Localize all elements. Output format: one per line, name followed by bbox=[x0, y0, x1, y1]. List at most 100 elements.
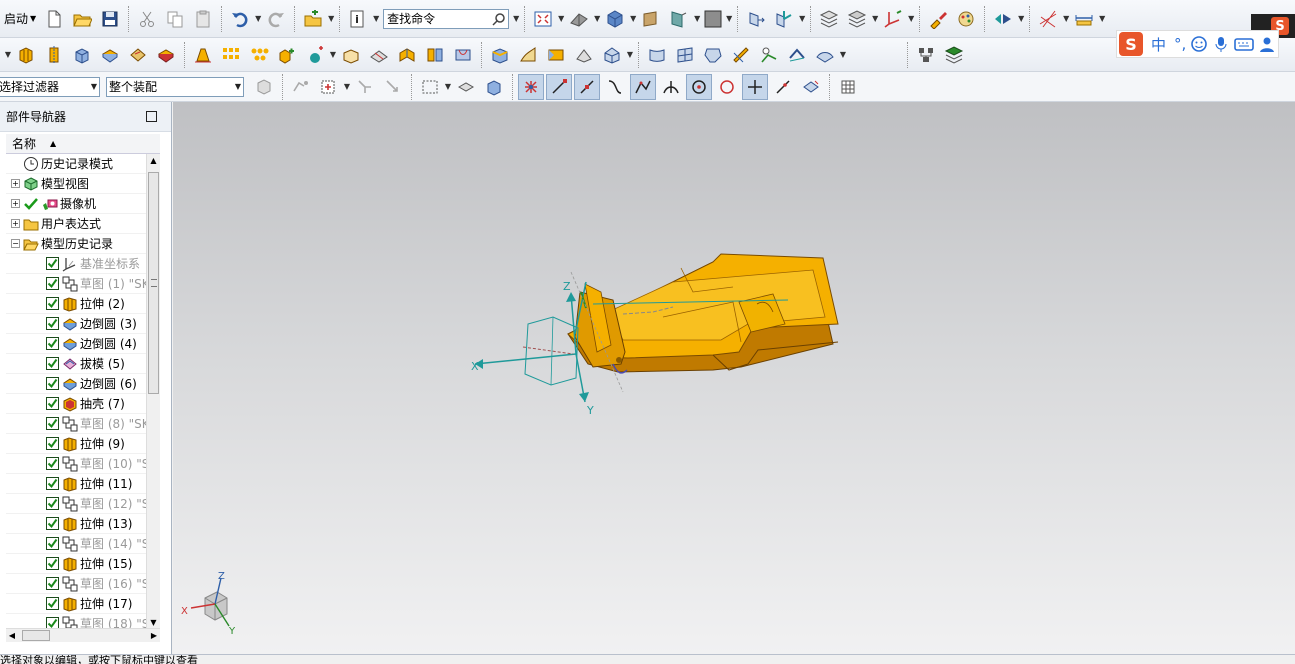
name-column-header[interactable]: 名称 ▲ bbox=[6, 134, 160, 154]
open-file-button[interactable] bbox=[69, 6, 95, 32]
info-dropdown[interactable]: ▼ bbox=[372, 6, 380, 32]
layer-dropdown[interactable]: ▼ bbox=[871, 6, 879, 32]
redo-button[interactable] bbox=[263, 6, 289, 32]
tree-item[interactable]: − 模型历史记录 bbox=[6, 234, 146, 254]
deselect-button[interactable] bbox=[380, 74, 406, 100]
freeform-dropdown[interactable]: ▼ bbox=[839, 42, 847, 68]
microphone-icon[interactable] bbox=[1212, 35, 1230, 53]
tree-item[interactable]: 边倒圆 (4) bbox=[6, 334, 146, 354]
feature-checkbox[interactable] bbox=[46, 557, 59, 570]
through-curves-button[interactable] bbox=[543, 42, 569, 68]
feature-checkbox[interactable] bbox=[46, 477, 59, 490]
four-point-surface-button[interactable] bbox=[672, 42, 698, 68]
tree-item[interactable]: 拉伸 (13) bbox=[6, 514, 146, 534]
tree-item[interactable]: 拔模 (5) bbox=[6, 354, 146, 374]
hole-pattern-button[interactable] bbox=[246, 42, 272, 68]
feature-checkbox[interactable] bbox=[46, 377, 59, 390]
csys-dropdown[interactable]: ▼ bbox=[907, 6, 915, 32]
feature-checkbox[interactable] bbox=[46, 517, 59, 530]
assembly-select-button[interactable] bbox=[251, 74, 277, 100]
feature-checkbox[interactable] bbox=[46, 317, 59, 330]
feature-checkbox[interactable] bbox=[46, 577, 59, 590]
tree-item[interactable]: 抽壳 (7) bbox=[6, 394, 146, 414]
show-hide-button[interactable] bbox=[990, 6, 1016, 32]
scroll-up-arrow[interactable]: ▲ bbox=[147, 154, 160, 168]
layer-settings-button[interactable] bbox=[816, 6, 842, 32]
new-file-button[interactable] bbox=[41, 6, 67, 32]
feature-checkbox[interactable] bbox=[46, 537, 59, 550]
silhouette-flange-button[interactable] bbox=[812, 42, 838, 68]
scroll-right-arrow[interactable]: ▶ bbox=[148, 631, 160, 640]
tree-item[interactable]: 拉伸 (15) bbox=[6, 554, 146, 574]
feature-checkbox[interactable] bbox=[46, 257, 59, 270]
surface-dropdown[interactable]: ▼ bbox=[626, 42, 634, 68]
snap-grid-dropdown[interactable]: ▼ bbox=[1062, 6, 1070, 32]
render-style-button[interactable] bbox=[566, 6, 592, 32]
tree-item[interactable]: 草图 (1) "SK bbox=[6, 274, 146, 294]
keyboard-icon[interactable] bbox=[1234, 35, 1255, 53]
expand-toggle-icon[interactable]: + bbox=[11, 219, 20, 228]
expand-toggle-icon[interactable]: + bbox=[11, 179, 20, 188]
edge-blend-button[interactable] bbox=[97, 42, 123, 68]
ime-punctuation-mode[interactable]: °, bbox=[1174, 35, 1186, 53]
tree-item[interactable]: 拉伸 (17) bbox=[6, 594, 146, 614]
face-blend-button[interactable] bbox=[728, 42, 754, 68]
maximize-icon[interactable] bbox=[146, 111, 157, 122]
command-search-dropdown[interactable]: ▼ bbox=[512, 6, 520, 32]
feature-checkbox[interactable] bbox=[46, 397, 59, 410]
open-recent-button[interactable] bbox=[300, 6, 326, 32]
cut-button[interactable] bbox=[134, 6, 160, 32]
fit-view-dropdown[interactable]: ▼ bbox=[557, 6, 565, 32]
tree-item[interactable]: 拉伸 (11) bbox=[6, 474, 146, 494]
tree-item[interactable]: 草图 (12) "S bbox=[6, 494, 146, 514]
snap-quadrant-button[interactable] bbox=[714, 74, 740, 100]
chamfer-button[interactable] bbox=[125, 42, 151, 68]
measure-button[interactable] bbox=[1071, 6, 1097, 32]
snap-point-on-curve-button[interactable] bbox=[770, 74, 796, 100]
command-search-box[interactable]: 查找命令 bbox=[383, 8, 510, 29]
point-dropdown[interactable]: ▼ bbox=[329, 42, 337, 68]
unite-button[interactable] bbox=[274, 42, 300, 68]
snap-intersection-button[interactable] bbox=[658, 74, 684, 100]
tree-item[interactable]: 草图 (8) "SK bbox=[6, 414, 146, 434]
n-sided-surface-button[interactable] bbox=[700, 42, 726, 68]
tree-item[interactable]: 历史记录模式 bbox=[6, 154, 146, 174]
part-layers-button[interactable] bbox=[941, 42, 967, 68]
horizontal-scrollbar[interactable]: ◀ ▶ bbox=[6, 628, 160, 642]
ime-user-icon[interactable] bbox=[1258, 35, 1276, 53]
snap-grid-button[interactable] bbox=[1035, 6, 1061, 32]
add-to-selection-button[interactable] bbox=[316, 74, 342, 100]
offset-face-button[interactable] bbox=[394, 42, 420, 68]
tree-item[interactable]: 拉伸 (9) bbox=[6, 434, 146, 454]
edit-object-display-button[interactable] bbox=[925, 6, 951, 32]
assembly-scope-combo[interactable]: 整个装配 ▼ bbox=[106, 76, 244, 97]
graphics-window[interactable]: X Y Z Z X Y bbox=[173, 102, 1295, 654]
horizontal-scroll-thumb[interactable] bbox=[22, 630, 50, 641]
part-body[interactable] bbox=[567, 253, 839, 374]
start-menu[interactable]: 启动 ▼ bbox=[0, 6, 40, 32]
move-object-button[interactable] bbox=[743, 6, 769, 32]
box-button[interactable] bbox=[69, 42, 95, 68]
render-style-dropdown[interactable]: ▼ bbox=[593, 6, 601, 32]
tree-item[interactable]: 拉伸 (2) bbox=[6, 294, 146, 314]
vertical-scroll-thumb[interactable] bbox=[148, 172, 159, 394]
info-button[interactable]: i bbox=[345, 6, 371, 32]
feature-checkbox[interactable] bbox=[46, 597, 59, 610]
snap-curve-button[interactable] bbox=[602, 74, 628, 100]
display-color-button[interactable] bbox=[702, 6, 724, 32]
tree-item[interactable]: + 用户表达式 bbox=[6, 214, 146, 234]
undo-dropdown[interactable]: ▼ bbox=[254, 6, 262, 32]
measure-dropdown[interactable]: ▼ bbox=[1098, 6, 1106, 32]
tree-item[interactable]: 草图 (14) "S bbox=[6, 534, 146, 554]
tree-item[interactable]: 边倒圆 (6) bbox=[6, 374, 146, 394]
vertical-scrollbar[interactable]: ▲ ▼ bbox=[146, 154, 160, 630]
select-faces-button[interactable] bbox=[453, 74, 479, 100]
ruled-surface-button[interactable] bbox=[515, 42, 541, 68]
revolve-button[interactable] bbox=[41, 42, 67, 68]
background-button[interactable] bbox=[638, 6, 664, 32]
save-button[interactable] bbox=[97, 6, 123, 32]
extract-geometry-button[interactable] bbox=[487, 42, 513, 68]
snap-center-button[interactable] bbox=[686, 73, 712, 100]
tree-item[interactable]: + 摄像机 bbox=[6, 194, 146, 214]
trim-sheet-button[interactable] bbox=[784, 42, 810, 68]
